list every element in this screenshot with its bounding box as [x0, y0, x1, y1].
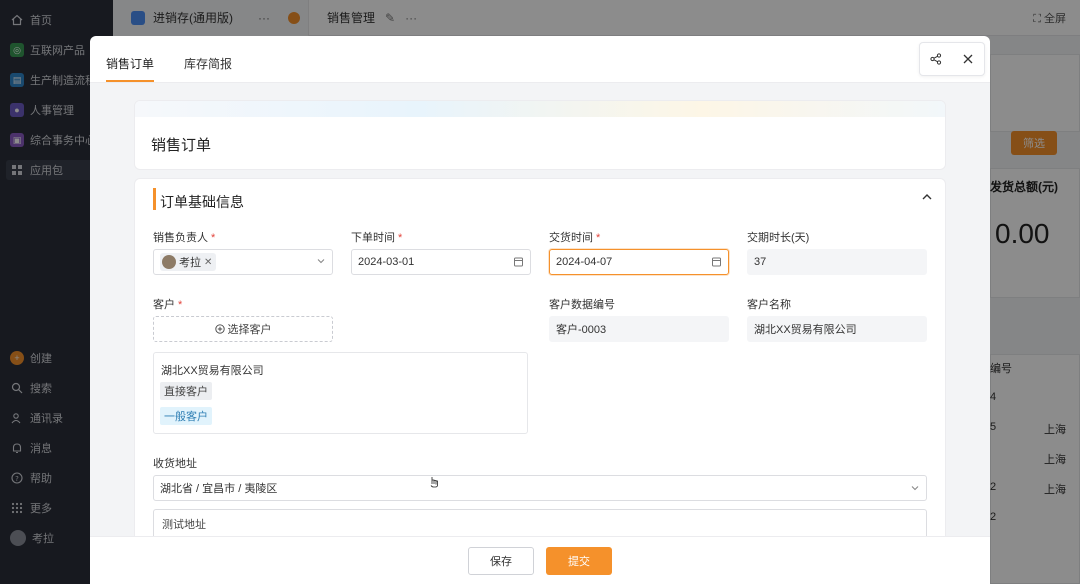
customer-code-label: 客户数据编号 — [549, 299, 615, 311]
delivery-date-picker[interactable]: 2024-04-07 — [549, 249, 729, 275]
customer-name-field: 湖北XX贸易有限公司 — [747, 316, 927, 342]
order-date-picker[interactable]: 2024-03-01 — [351, 249, 531, 275]
customer-card-name: 湖北XX贸易有限公司 — [161, 365, 264, 377]
section-accent-bar — [153, 188, 156, 210]
shipping-address-label: 收货地址 — [153, 458, 197, 470]
chevron-down-icon — [910, 483, 920, 496]
select-customer-label: 选择客户 — [227, 324, 272, 336]
customer-label: 客户 * — [153, 299, 183, 311]
customer-code-field: 客户-0003 — [549, 316, 729, 342]
share-icon[interactable] — [926, 49, 946, 69]
sales-order-modal: 销售订单 库存简报 销售订单 订单基础信息 销售负责人 * 下单时间 * 交货时… — [90, 36, 990, 584]
salesperson-select[interactable]: 考拉 ✕ — [153, 249, 333, 275]
customer-type-badge: 直接客户 — [160, 382, 212, 400]
delivery-date-label: 交货时间 * — [549, 232, 601, 244]
select-customer-button[interactable]: 选择客户 — [153, 316, 333, 342]
chevron-down-icon — [316, 256, 326, 269]
decorative-gradient — [135, 101, 945, 117]
avatar — [162, 255, 176, 269]
salesperson-tag: 考拉 ✕ — [160, 253, 217, 271]
tab-inventory-brief[interactable]: 库存简报 — [184, 55, 232, 72]
order-date-value: 2024-03-01 — [358, 256, 415, 268]
modal-actions — [919, 42, 985, 76]
calendar-icon — [513, 256, 524, 270]
modal-tabs: 销售订单 库存简报 — [90, 36, 990, 83]
shipping-address-value: 湖北省 / 宜昌市 / 夷陵区 — [160, 483, 278, 495]
calendar-icon — [711, 256, 722, 270]
salesperson-label: 销售负责人 * — [153, 232, 216, 244]
modal-footer: 保存 提交 — [90, 536, 990, 584]
save-button[interactable]: 保存 — [468, 547, 534, 575]
submit-button[interactable]: 提交 — [546, 547, 612, 575]
section-title: 订单基础信息 — [160, 194, 244, 210]
order-date-label: 下单时间 * — [351, 232, 403, 244]
tab-sales-order[interactable]: 销售订单 — [106, 55, 154, 72]
add-circle-icon — [214, 324, 225, 334]
mouse-cursor-icon — [430, 477, 438, 488]
address-detail-input[interactable]: 测试地址 — [153, 509, 927, 536]
remove-tag-icon[interactable]: ✕ — [204, 257, 212, 268]
delivery-period-field: 37 — [747, 249, 927, 275]
order-basic-info-section: 订单基础信息 销售负责人 * 下单时间 * 交货时间 * 交期时长(天) 考拉 ✕ — [134, 178, 946, 536]
title-card: 销售订单 — [134, 100, 946, 170]
delivery-date-value: 2024-04-07 — [556, 256, 613, 268]
close-icon[interactable] — [958, 49, 978, 69]
chevron-up-icon[interactable] — [921, 191, 933, 206]
customer-name-label: 客户名称 — [747, 299, 791, 311]
customer-card[interactable]: 湖北XX贸易有限公司 直接客户 一般客户 — [153, 352, 528, 434]
delivery-period-label: 交期时长(天) — [747, 232, 810, 244]
shipping-address-select[interactable]: 湖北省 / 宜昌市 / 夷陵区 — [153, 475, 927, 501]
salesperson-name: 考拉 — [179, 257, 201, 269]
form-title: 销售订单 — [151, 137, 212, 154]
modal-body[interactable]: 销售订单 订单基础信息 销售负责人 * 下单时间 * 交货时间 * 交期时长(天) 考… — [90, 83, 990, 536]
customer-level-badge: 一般客户 — [160, 407, 212, 425]
active-tab-indicator — [106, 80, 154, 82]
